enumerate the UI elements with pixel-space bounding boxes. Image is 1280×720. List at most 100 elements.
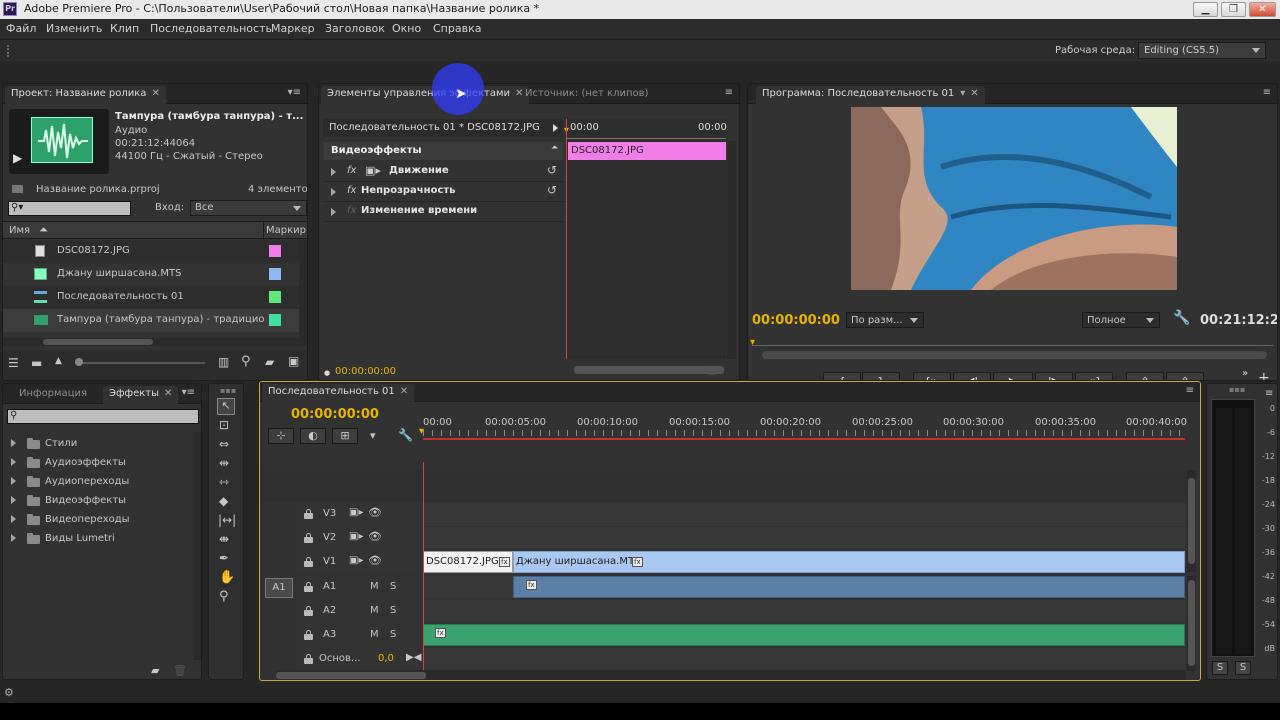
source-patch-a1[interactable]: A1: [265, 578, 293, 598]
collapse-icon[interactable]: ⏶: [551, 143, 558, 153]
timeline-timecode[interactable]: 00:00:00:00: [291, 407, 379, 422]
column-name-header[interactable]: Имя: [9, 225, 30, 236]
maximize-button[interactable]: ❐: [1221, 2, 1246, 17]
track-header-a2[interactable]: A2 M S: [296, 600, 422, 622]
clip-audio-a1[interactable]: fx: [513, 576, 1185, 598]
column-marker-header[interactable]: Маркир: [266, 225, 306, 236]
reset-icon[interactable]: ↺: [547, 183, 557, 197]
panel-menu-icon[interactable]: ▾≡: [182, 387, 195, 398]
mini-ruler[interactable]: [566, 135, 726, 139]
hand-tool-icon[interactable]: ✋: [219, 570, 235, 585]
effect-row-time-remap[interactable]: fx Изменение времени: [323, 202, 563, 222]
menu-marker[interactable]: Маркер: [271, 22, 315, 35]
eye-icon[interactable]: 👁: [368, 506, 382, 519]
solo-button[interactable]: S: [390, 605, 396, 616]
menu-help[interactable]: Справка: [433, 22, 481, 35]
label-color-swatch[interactable]: [269, 268, 281, 280]
extract-button[interactable]: ⇪: [1166, 372, 1204, 380]
project-horizontal-scrollbar[interactable]: [3, 338, 299, 346]
fx-toggle-icon[interactable]: fx: [347, 165, 356, 176]
menu-title[interactable]: Заголовок: [325, 22, 385, 35]
mark-out-button[interactable]: }: [862, 372, 900, 380]
tab-info[interactable]: Информация: [13, 386, 93, 404]
marker-icon[interactable]: ▾: [370, 429, 376, 442]
expand-icon[interactable]: [11, 458, 16, 466]
zoom-slider[interactable]: [75, 358, 205, 366]
menu-edit[interactable]: Изменить: [46, 22, 102, 35]
project-search-input[interactable]: ⚲▾: [8, 201, 131, 216]
lock-icon[interactable]: [304, 654, 313, 664]
video-tracks-scrollbar[interactable]: [1187, 470, 1196, 572]
effect-keyframe-area[interactable]: 00:00 00:00 ▾ DSC08172.JPG: [564, 119, 727, 359]
play-icon[interactable]: ▶: [13, 151, 22, 165]
panel-menu-icon[interactable]: ≡: [1186, 385, 1194, 396]
playhead-handle-icon[interactable]: ▾: [750, 337, 755, 348]
solo-right-button[interactable]: S: [1235, 661, 1251, 675]
sync-lock-icon[interactable]: ▣▸: [349, 531, 363, 542]
label-color-swatch[interactable]: [269, 314, 281, 326]
mark-in-button[interactable]: {: [823, 372, 861, 380]
folder-item-audio-transitions[interactable]: Аудиопереходы: [3, 473, 193, 491]
go-to-out-button[interactable]: ⇥}: [1075, 372, 1113, 380]
menu-clip[interactable]: Клип: [110, 22, 139, 35]
list-item[interactable]: Тампура (тамбура танпура) - традицио: [3, 309, 299, 332]
play-button[interactable]: ▶: [993, 372, 1033, 380]
list-item[interactable]: Последовательность 01: [3, 286, 299, 309]
work-area-bar[interactable]: [423, 438, 1185, 440]
folder-item-video-effects[interactable]: Видеоэффекты: [3, 492, 193, 510]
fit-select[interactable]: По разм...: [846, 312, 924, 328]
panel-menu-icon[interactable]: ≡: [725, 87, 733, 98]
fx-badge-icon[interactable]: fx: [435, 628, 446, 638]
chevron-down-icon[interactable]: ▾: [960, 88, 965, 99]
expand-icon[interactable]: [11, 515, 16, 523]
project-vertical-scrollbar[interactable]: [299, 240, 307, 346]
scrollbar-thumb[interactable]: [1188, 478, 1195, 564]
expand-icon[interactable]: [11, 534, 16, 542]
playhead-handle-icon[interactable]: ▾: [419, 426, 424, 437]
in-select[interactable]: Все: [190, 200, 307, 216]
tab-effects[interactable]: Эффекты ✕: [103, 386, 179, 404]
solo-button[interactable]: S: [390, 581, 396, 592]
scrollbar-thumb[interactable]: [43, 339, 153, 345]
clip-video-v1[interactable]: Джану ширшасана.MTS fx: [513, 551, 1185, 573]
pen-tool-icon[interactable]: ✒: [219, 551, 229, 565]
go-to-in-button[interactable]: {⇤: [913, 372, 951, 380]
track-header-v1[interactable]: V1 ▣▸ 👁: [296, 551, 422, 573]
scrollbar-thumb[interactable]: [276, 672, 426, 679]
new-custom-bin-icon[interactable]: ▰: [151, 664, 159, 677]
folder-item-video-transitions[interactable]: Видеопереходы: [3, 511, 193, 529]
tab-project[interactable]: Проект: Название ролика ✕: [5, 86, 166, 104]
expand-icon[interactable]: [11, 477, 16, 485]
menu-window[interactable]: Окно: [392, 22, 421, 35]
step-forward-button[interactable]: |▶: [1035, 372, 1073, 380]
effect-horizontal-scrollbar[interactable]: [574, 366, 724, 374]
preview-thumbnail[interactable]: ▶: [9, 109, 109, 174]
audio-tracks-scrollbar[interactable]: [1187, 576, 1196, 671]
panel-menu-icon[interactable]: ≡: [1263, 87, 1271, 98]
list-item[interactable]: Джану ширшасана.MTS: [3, 263, 299, 286]
effects-scrollbar[interactable]: [193, 432, 201, 660]
effects-search-input[interactable]: ⚲: [7, 409, 199, 424]
lane-a2[interactable]: [423, 600, 1185, 622]
linked-selection-icon[interactable]: ◐: [300, 428, 326, 444]
quality-select[interactable]: Полное: [1082, 312, 1160, 328]
close-icon[interactable]: ✕: [164, 388, 172, 399]
panel-grip[interactable]: ▪▪▪: [220, 386, 236, 395]
folder-item-styles[interactable]: Стили: [3, 435, 193, 453]
sort-ascending-icon[interactable]: ⏶: [39, 223, 48, 237]
scrollbar-thumb[interactable]: [1188, 580, 1195, 666]
effect-row-opacity[interactable]: fx Непрозрачность ↺: [323, 182, 563, 202]
clip-header[interactable]: Последовательность 01 * DSC08172.JPG: [323, 119, 563, 137]
menu-file[interactable]: Файл: [6, 22, 36, 35]
ripple-edit-tool-icon[interactable]: ⇔: [219, 437, 229, 451]
eye-icon[interactable]: 👁: [368, 530, 382, 543]
close-icon[interactable]: ✕: [400, 386, 408, 397]
solo-left-button[interactable]: S: [1212, 661, 1228, 675]
selection-tool-icon[interactable]: ↖: [217, 398, 235, 415]
lock-icon[interactable]: [304, 582, 313, 592]
step-back-button[interactable]: ◀|: [953, 372, 991, 380]
track-header-v3[interactable]: V3 ▣▸ 👁: [296, 503, 422, 525]
new-item-icon[interactable]: ▣: [288, 354, 299, 368]
program-scrubber[interactable]: ▾: [750, 335, 1273, 361]
track-select-tool-icon[interactable]: ⊡: [219, 418, 229, 432]
